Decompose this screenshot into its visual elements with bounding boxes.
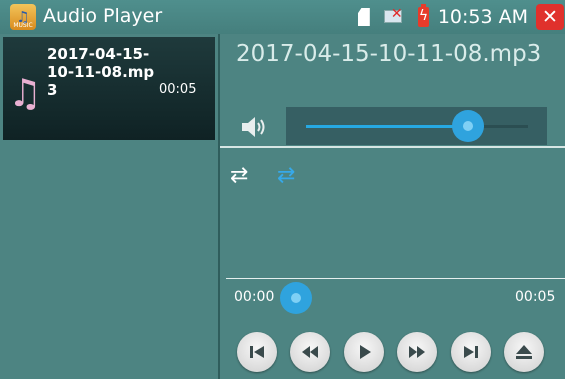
seek-slider-handle[interactable]: [280, 282, 312, 314]
skip-previous-button[interactable]: [237, 332, 277, 372]
repeat-one-icon[interactable]: ⇄: [277, 163, 295, 188]
status-bar: ✕ ϟ 10:53 AM ✕: [357, 0, 565, 34]
eject-icon: [516, 345, 532, 359]
skip-next-icon: [464, 346, 478, 358]
play-button[interactable]: [344, 332, 384, 372]
fast-forward-icon: [409, 346, 425, 358]
eject-button[interactable]: [504, 332, 544, 372]
volume-slider-handle[interactable]: [452, 110, 485, 142]
speaker-icon[interactable]: [241, 115, 271, 139]
skip-previous-icon: [250, 346, 264, 358]
app-icon-label: MUSIC: [13, 22, 33, 29]
current-time: 00:00: [234, 289, 275, 305]
track-title: 2017-04-15-10-11-08.mp3: [236, 41, 542, 67]
volume-fill: [306, 125, 469, 128]
repeat-all-icon[interactable]: ⇄: [230, 163, 248, 188]
clock: 10:53 AM: [437, 6, 528, 28]
music-icon: ♫ MUSIC: [10, 4, 36, 30]
close-icon: ✕: [542, 6, 558, 28]
progress-divider: [226, 278, 565, 279]
title-bar: ♫ MUSIC Audio Player ✕ ϟ 10:53 AM ✕: [0, 0, 565, 34]
playlist-item-duration: 00:05: [159, 82, 197, 97]
music-note-icon: ♫: [8, 71, 43, 115]
close-button[interactable]: ✕: [536, 4, 564, 30]
sd-card-icon: [357, 8, 370, 26]
fast-forward-button[interactable]: [397, 332, 437, 372]
app-title: Audio Player: [43, 5, 163, 27]
playback-controls: [237, 332, 557, 372]
playlist-panel: ♫ 2017-04-15-10-11-08.mp3 00:05: [0, 34, 218, 379]
rewind-icon: [302, 346, 318, 358]
network-error-icon: ✕: [383, 6, 404, 26]
playlist-item[interactable]: ♫ 2017-04-15-10-11-08.mp3 00:05: [3, 37, 215, 140]
total-time: 00:05: [515, 289, 556, 305]
panel-divider: [218, 34, 220, 379]
skip-next-button[interactable]: [451, 332, 491, 372]
playlist-item-name: 2017-04-15-10-11-08.mp3: [47, 45, 155, 99]
divider-line: [220, 146, 565, 148]
battery-charging-icon: ϟ: [417, 4, 429, 27]
play-icon: [360, 345, 371, 359]
rewind-button[interactable]: [290, 332, 330, 372]
